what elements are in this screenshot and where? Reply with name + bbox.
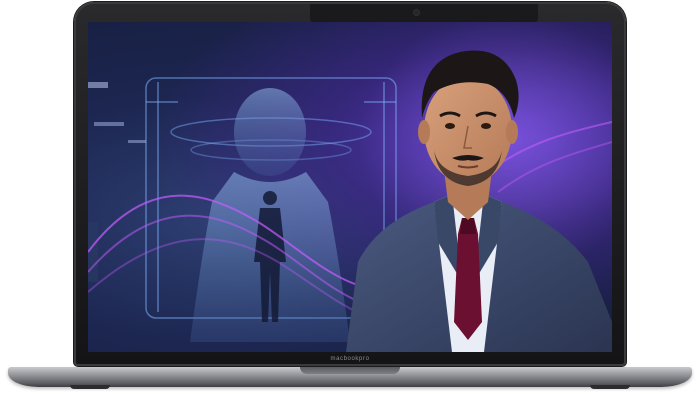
background-lights <box>88 82 146 282</box>
screen-artwork <box>88 22 612 352</box>
brand-label: macbookpro <box>330 356 370 362</box>
hologram-figure <box>190 88 350 342</box>
laptop-foot-left <box>70 385 110 389</box>
opening-notch <box>300 367 400 374</box>
laptop-screen <box>88 22 612 352</box>
laptop-foot-right <box>590 385 630 389</box>
camera-notch <box>310 4 538 24</box>
webcam-icon <box>414 10 419 15</box>
